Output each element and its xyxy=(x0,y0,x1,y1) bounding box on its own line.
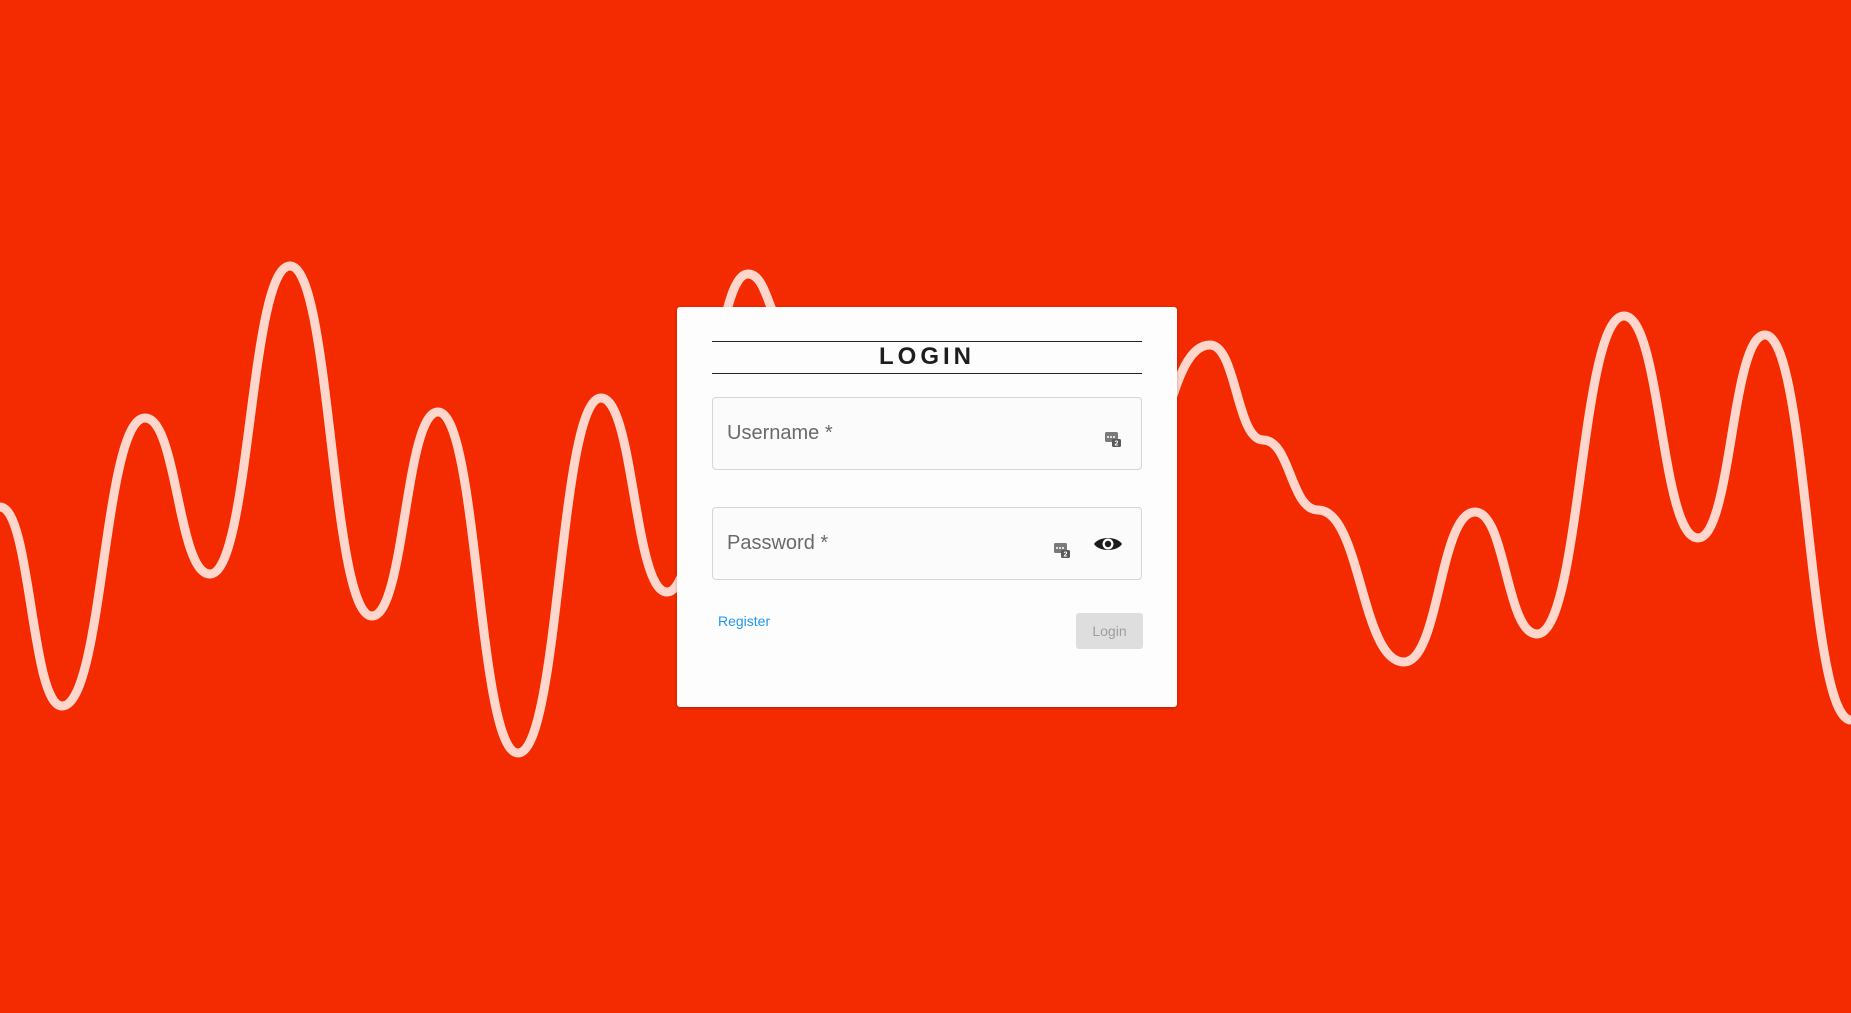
login-card: LOGIN 2 2 xyxy=(677,307,1177,707)
password-input[interactable] xyxy=(727,508,1047,579)
register-link[interactable]: Register xyxy=(718,613,770,629)
eye-icon[interactable] xyxy=(1093,534,1123,554)
username-field[interactable]: 2 xyxy=(712,397,1142,470)
keepass-autofill-icon[interactable]: 2 xyxy=(1053,541,1071,559)
keepass-autofill-icon[interactable]: 2 xyxy=(1104,430,1122,448)
page-background: LOGIN 2 2 xyxy=(0,0,1851,1013)
password-field[interactable]: 2 xyxy=(712,507,1142,580)
login-title: LOGIN xyxy=(879,343,975,370)
svg-text:2: 2 xyxy=(1064,552,1068,559)
login-button[interactable]: Login xyxy=(1076,613,1143,649)
username-input[interactable] xyxy=(727,398,1047,469)
svg-text:2: 2 xyxy=(1115,441,1119,448)
login-title-wrap: LOGIN xyxy=(712,341,1142,374)
